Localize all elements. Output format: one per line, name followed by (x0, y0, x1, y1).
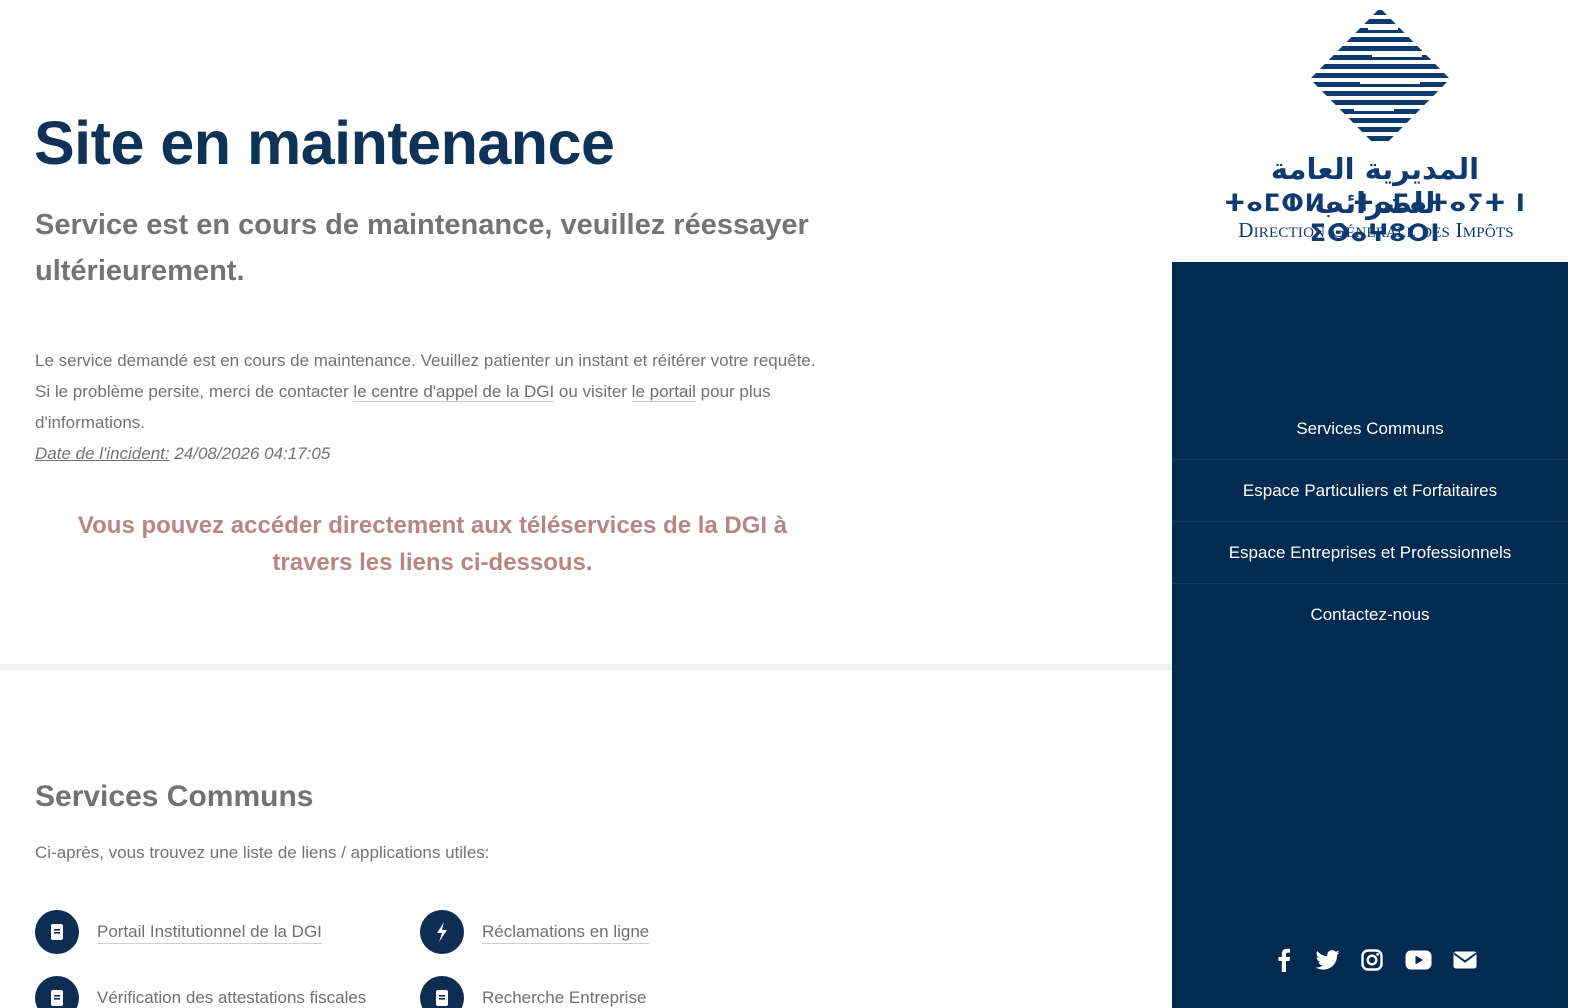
section-intro: Ci-après, vous trouvez une liste de lien… (35, 843, 490, 862)
main-content: Site en maintenance Service est en cours… (0, 0, 1172, 1008)
info-line-2: Si le problème persite, merci de contact… (35, 382, 771, 432)
facebook-icon[interactable] (1270, 944, 1298, 976)
service-link-portail[interactable]: Portail Institutionnel de la DGI (35, 910, 322, 954)
twitter-icon[interactable] (1314, 944, 1342, 976)
portal-link[interactable]: le portail (631, 382, 696, 402)
book-icon (35, 976, 79, 1008)
service-link-reclamations[interactable]: Réclamations en ligne (420, 910, 650, 954)
info-block: Le service demandé est en cours de maint… (35, 345, 855, 469)
section-title: Services Communs (35, 780, 314, 813)
nav-contactez-nous[interactable]: Contactez-nous (1172, 584, 1568, 646)
nav-services-communs[interactable]: Services Communs (1172, 398, 1568, 460)
teleservices-highlight: Vous pouvez accéder directement aux télé… (77, 512, 788, 576)
incident-label: Date de l'incident: (35, 444, 170, 463)
social-links (1270, 944, 1480, 976)
logo-emblem-icon (1310, 10, 1450, 141)
page-subtitle: Service est en cours de maintenance, veu… (35, 209, 809, 287)
page-title: Site en maintenance (34, 109, 615, 177)
bolt-icon (420, 910, 464, 954)
incident-date: Date de l'incident: 24/08/2026 04:17:05 (35, 438, 855, 469)
book-icon (420, 976, 464, 1008)
info-line-1: Le service demandé est en cours de maint… (35, 351, 816, 370)
instagram-icon[interactable] (1358, 944, 1386, 976)
section-divider (0, 664, 1172, 670)
book-icon (35, 910, 79, 954)
youtube-icon[interactable] (1402, 944, 1434, 976)
service-link-attestations[interactable]: Vérification des attestations fiscales (35, 976, 366, 1008)
service-link-label: Vérification des attestations fiscales (97, 987, 366, 1008)
nav-espace-particuliers[interactable]: Espace Particuliers et Forfaitaires (1172, 460, 1568, 522)
service-link-label: Portail Institutionnel de la DGI (97, 921, 322, 944)
service-link-recherche[interactable]: Recherche Entreprise (420, 976, 646, 1008)
nav-espace-entreprises[interactable]: Espace Entreprises et Professionnels (1172, 522, 1568, 584)
service-link-label: Recherche Entreprise (482, 987, 646, 1008)
email-icon[interactable] (1450, 944, 1480, 976)
incident-value: 24/08/2026 04:17:05 (169, 444, 331, 463)
logo-name-text: Direction Générale des Impôts (1238, 218, 1514, 242)
service-link-label: Réclamations en ligne (482, 921, 650, 944)
call-center-link[interactable]: le centre d'appel de la DGI (353, 382, 555, 402)
